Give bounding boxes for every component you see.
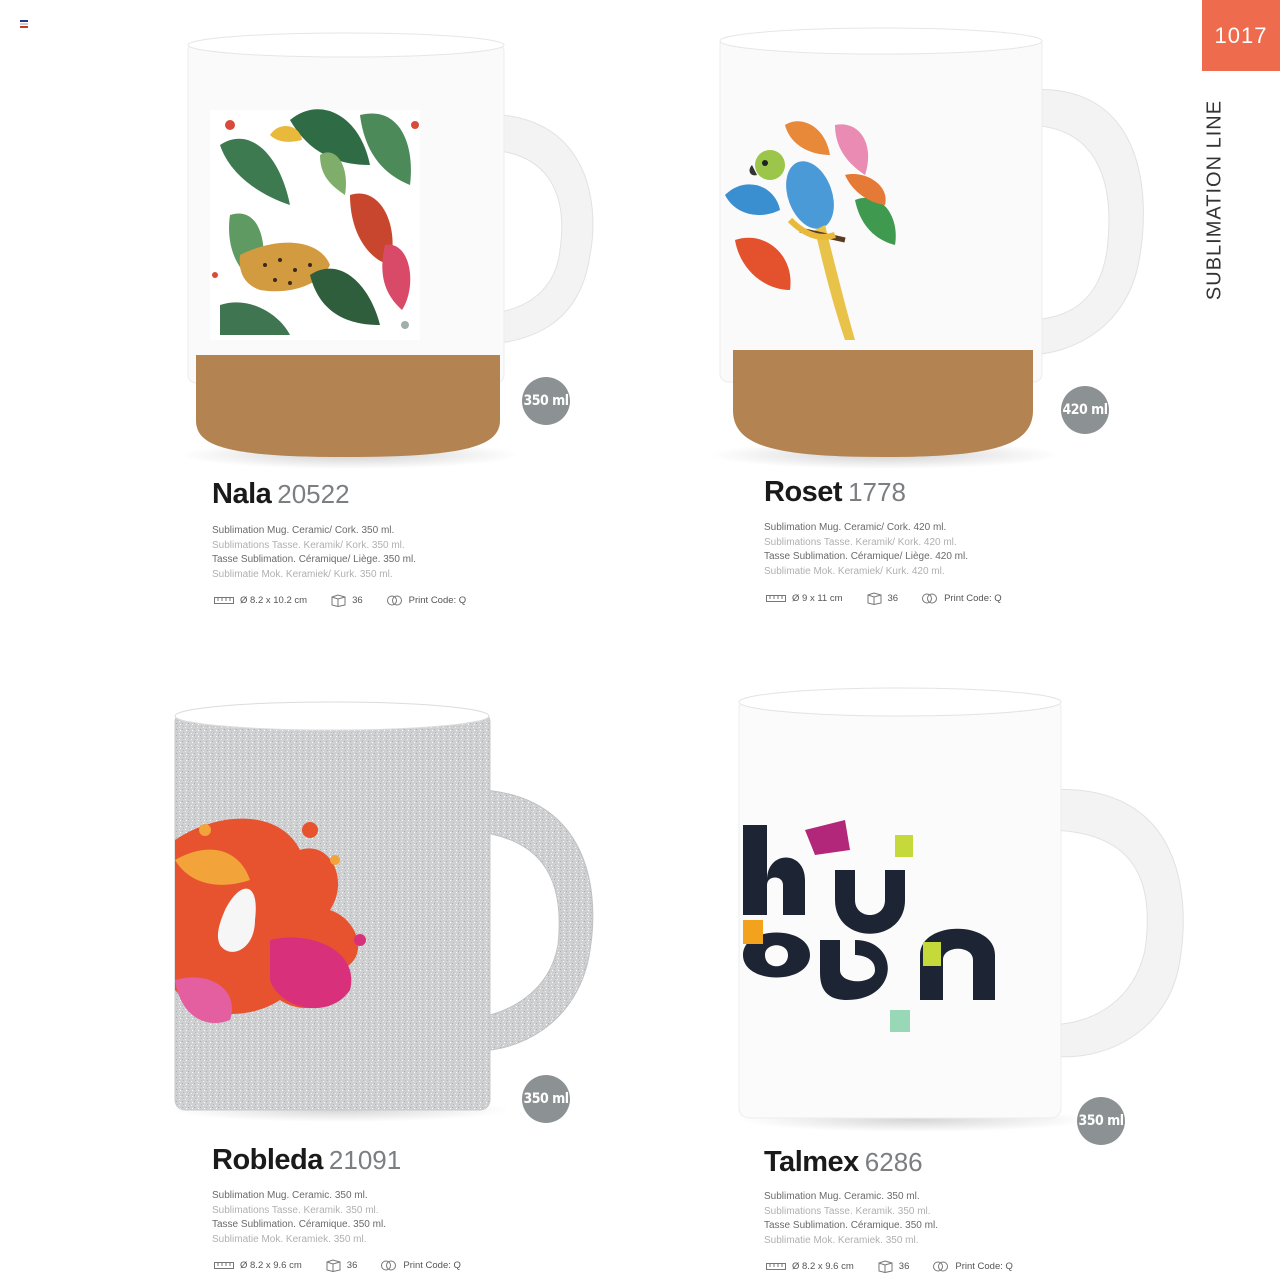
product-title: Robleda 21091 (212, 1144, 401, 1177)
product-description: Sublimation Mug. Ceramic/ Cork. 350 ml. … (212, 524, 416, 582)
dimensions-spec: Ø 8.2 x 10.2 cm (214, 595, 307, 606)
product-title: Roset 1778 (764, 476, 906, 509)
desc-nl: Sublimatie Mok. Keramiek. 350 ml. (764, 1234, 919, 1246)
print-code-value: Print Code: Q (944, 593, 1002, 604)
product-specs: Ø 8.2 x 10.2 cm 36 Print Code: Q (214, 594, 490, 607)
print-method-icon (386, 595, 402, 606)
product-description: Sublimation Mug. Ceramic. 350 ml. Sublim… (212, 1189, 386, 1247)
dimensions-value: Ø 8.2 x 9.6 cm (792, 1261, 854, 1272)
print-method-icon (922, 593, 938, 604)
ruler-icon (214, 1262, 234, 1269)
product-description: Sublimation Mug. Ceramic/ Cork. 420 ml. … (764, 521, 968, 579)
capacity-badge: 350 ml (1077, 1097, 1125, 1145)
product-code: 6286 (864, 1147, 923, 1177)
product-code: 20522 (277, 479, 350, 509)
product-name: Nala (212, 478, 272, 510)
capacity-badge: 350 ml (522, 1075, 570, 1123)
product-specs: Ø 9 x 11 cm 36 Print Code: Q (766, 592, 1026, 605)
print-code-value: Print Code: Q (955, 1261, 1013, 1272)
box-quantity-value: 36 (898, 1261, 910, 1272)
ruler-icon (766, 595, 786, 602)
product-description: Sublimation Mug. Ceramic. 350 ml. Sublim… (764, 1190, 938, 1248)
product-name: Talmex (764, 1146, 859, 1178)
capacity-badge: 350 ml (522, 377, 570, 425)
print-code-spec: Print Code: Q (933, 1260, 1013, 1273)
print-code-spec: Print Code: Q (386, 594, 467, 607)
desc-de: Sublimations Tasse. Keramik. 350 ml. (212, 1204, 379, 1216)
desc-en: Sublimation Mug. Ceramic/ Cork. 350 ml. (212, 525, 395, 536)
print-method-icon (933, 1261, 949, 1272)
print-code-spec: Print Code: Q (922, 592, 1002, 605)
desc-en: Sublimation Mug. Ceramic. 350 ml. (764, 1191, 920, 1202)
box-quantity-spec: 36 (326, 1259, 358, 1272)
capacity-badge: 420 ml (1061, 386, 1109, 434)
desc-de: Sublimations Tasse. Keramik/ Kork. 350 m… (212, 539, 405, 551)
product-name: Roset (764, 476, 843, 508)
desc-de: Sublimations Tasse. Keramik/ Kork. 420 m… (764, 536, 957, 548)
talmex-mug-image (738, 687, 1184, 1132)
ruler-icon (214, 597, 234, 604)
desc-de: Sublimations Tasse. Keramik. 350 ml. (764, 1205, 931, 1217)
box-icon (867, 592, 882, 605)
page-number: 1017 (1214, 22, 1268, 48)
print-method-icon (381, 1260, 397, 1271)
box-quantity-spec: 36 (331, 594, 363, 607)
dimensions-spec: Ø 9 x 11 cm (766, 593, 843, 604)
ruler-icon (766, 1263, 786, 1270)
box-quantity-value: 36 (352, 595, 363, 606)
desc-nl: Sublimatie Mok. Keramiek. 350 ml. (212, 1233, 367, 1245)
section-label: SUBLIMATION LINE (1203, 99, 1226, 301)
desc-fr: Tasse Sublimation. Céramique. 350 ml. (212, 1219, 386, 1231)
desc-fr: Tasse Sublimation. Céramique. 350 ml. (764, 1220, 938, 1232)
dimensions-value: Ø 8.2 x 9.6 cm (240, 1260, 302, 1271)
desc-nl: Sublimatie Mok. Keramiek/ Kurk. 420 ml. (764, 565, 945, 577)
dimensions-spec: Ø 8.2 x 9.6 cm (214, 1260, 302, 1271)
box-icon (331, 594, 346, 607)
print-code-value: Print Code: Q (403, 1260, 461, 1271)
box-quantity-value: 36 (887, 593, 899, 604)
product-title: Nala 20522 (212, 478, 350, 511)
box-icon (878, 1260, 893, 1273)
desc-en: Sublimation Mug. Ceramic. 350 ml. (212, 1190, 368, 1201)
dimensions-spec: Ø 8.2 x 9.6 cm (766, 1261, 854, 1272)
product-code: 1778 (848, 477, 906, 507)
product-specs: Ø 8.2 x 9.6 cm 36 Print Code: Q (214, 1259, 485, 1272)
product-code: 21091 (328, 1145, 402, 1175)
flag-icon (20, 20, 28, 28)
product-specs: Ø 8.2 x 9.6 cm 36 Print Code: Q (766, 1260, 1037, 1273)
dimensions-value: Ø 8.2 x 10.2 cm (240, 595, 308, 606)
desc-fr: Tasse Sublimation. Céramique/ Liège. 350… (212, 554, 416, 566)
robleda-mug-image (170, 701, 594, 1122)
box-quantity-value: 36 (346, 1260, 358, 1271)
box-quantity-spec: 36 (878, 1260, 910, 1273)
box-quantity-spec: 36 (867, 592, 899, 605)
print-code-spec: Print Code: Q (381, 1259, 461, 1272)
product-title: Talmex 6286 (764, 1146, 923, 1179)
page-number-tab: 1017 (1202, 0, 1280, 71)
print-code-value: Print Code: Q (408, 595, 467, 606)
desc-en: Sublimation Mug. Ceramic/ Cork. 420 ml. (764, 522, 947, 533)
dimensions-value: Ø 9 x 11 cm (792, 593, 843, 604)
product-name: Robleda (212, 1144, 323, 1176)
desc-fr: Tasse Sublimation. Céramique/ Liège. 420… (764, 551, 968, 563)
desc-nl: Sublimatie Mok. Keramiek/ Kurk. 350 ml. (212, 568, 393, 580)
box-icon (326, 1259, 341, 1272)
